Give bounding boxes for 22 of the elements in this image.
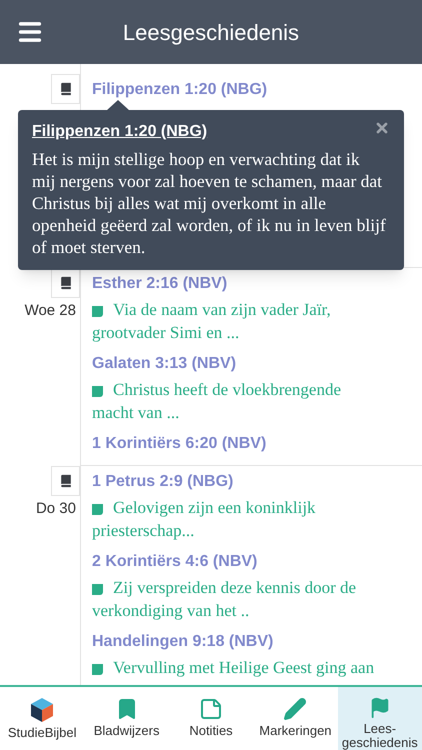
tooltip-text: Het is mijn stellige hoop en verwachting dat ik mij nergens voor zal hoeven te schamen, maar dat Christus bij alles wat mij overkomt in alle openheid geëerd zal worden, of ik nu in leven blijf of moet sterven. [32, 148, 387, 258]
date-label: Do 30 [36, 499, 77, 519]
note-text: Christus heeft de vloekbrengende macht van ... [92, 379, 342, 424]
close-icon[interactable] [374, 120, 390, 136]
note-text: Gelovigen zijn een koninklijk priesterschap... [92, 497, 317, 542]
nav-tab[interactable]: Lees-geschiedenis [338, 687, 422, 750]
cube-icon [30, 697, 54, 723]
note-text: Vervulling met Heilige Geest ging aan [92, 656, 374, 679]
note-text: Via de naam van zijn vader Jaïr, grootvader Simi en ... [92, 299, 332, 344]
verse-reference[interactable]: Filippenzen 1:20 (NBG) [92, 78, 386, 102]
sticky-note-icon [199, 697, 224, 721]
verse-reference[interactable]: 1 Petrus 2:9 (NBG) [92, 470, 386, 494]
verse-reference[interactable]: 2 Korintiërs 4:6 (NBV) [92, 550, 386, 574]
pencil-icon [283, 697, 308, 721]
page-title: Leesgeschiedenis [122, 18, 300, 47]
verse-reference[interactable]: 1 Korintiërs 6:20 (NBV) [92, 432, 386, 456]
tooltip-title[interactable]: Filippenzen 1:20 (NBG) [32, 120, 208, 144]
verse-reference[interactable]: Handelingen 9:18 (NBV) [92, 630, 386, 654]
verse-reference[interactable]: Galaten 3:13 (NBV) [92, 352, 386, 376]
date-label: Woe 28 [24, 301, 77, 321]
verse-reference[interactable]: Esther 2:16 (NBV) [92, 272, 386, 296]
note-text: Zij verspreiden deze kennis door de verkondiging van het .. [92, 577, 358, 622]
